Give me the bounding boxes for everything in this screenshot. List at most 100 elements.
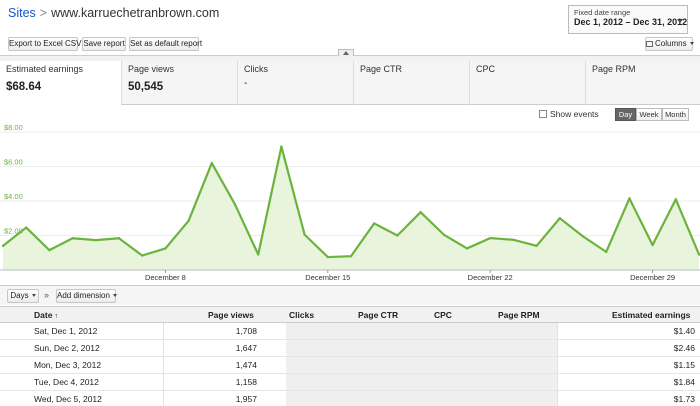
- sites-link[interactable]: Sites: [8, 6, 36, 20]
- chart-data-point: [257, 253, 260, 256]
- chart-data-point: [535, 244, 538, 248]
- metric-label: Page CTR: [360, 64, 403, 74]
- granularity-week-button[interactable]: Week: [636, 108, 662, 121]
- metric-value: $68.64: [6, 81, 42, 93]
- earnings-chart: $2.00 $4.00 $6.00 $8.00 December 8 December 1…: [0, 124, 700, 284]
- granularity-day-button[interactable]: Day: [615, 108, 636, 121]
- page-views-cell: 1,708: [235, 326, 257, 336]
- chart-data-point: [581, 235, 585, 238]
- chart-data-point: [1, 244, 5, 248]
- chevron-down-icon: [677, 19, 683, 23]
- column-header-clicks[interactable]: Clicks: [289, 310, 314, 320]
- chart-data-point: [396, 234, 399, 237]
- chart-data-point: [187, 219, 190, 223]
- columns-button[interactable]: Columns: [645, 37, 694, 51]
- chart-data-point: [233, 203, 237, 206]
- chart-data-point: [442, 233, 445, 236]
- column-header-page-views[interactable]: Page views: [208, 310, 254, 320]
- y-tick-label: $6.00: [4, 158, 23, 167]
- table-controls: Days » Add dimension: [0, 285, 700, 305]
- chart-data-point: [48, 248, 51, 252]
- show-events-toggle[interactable]: Show events: [539, 109, 599, 119]
- table-row: Wed, Dec 5, 2012 1,957 $1.73: [0, 391, 700, 406]
- column-header-date[interactable]: Date ↑: [34, 310, 58, 320]
- x-tick-label: December 29: [630, 273, 675, 282]
- metric-tab-page-views[interactable]: Page views 50,545: [121, 61, 237, 105]
- chart-data-point: [280, 145, 283, 148]
- date-cell: Tue, Dec 4, 2012: [34, 377, 99, 387]
- table-header: Date ↑ Page views Clicks Page CTR CPC Pag…: [0, 306, 700, 323]
- metric-tabs: Estimated earnings $68.64 Page views 50,…: [0, 61, 700, 105]
- set-default-report-button[interactable]: Set as default report: [129, 37, 202, 51]
- metric-label: CPC: [476, 64, 496, 74]
- metric-tab-page-rpm[interactable]: Page RPM: [585, 61, 700, 105]
- column-header-cpc[interactable]: CPC: [434, 310, 452, 320]
- date-range-picker[interactable]: Fixed date range Dec 1, 2012 – Dec 31, 2…: [568, 5, 688, 34]
- metric-label: Estimated earnings: [6, 64, 84, 74]
- date-range-value: Dec 1, 2012 – Dec 31, 2012: [574, 17, 688, 27]
- days-dropdown[interactable]: Days: [7, 289, 39, 303]
- save-report-button[interactable]: Save report: [82, 37, 126, 51]
- table-row: Mon, Dec 3, 2012 1,474 $1.15: [0, 357, 700, 374]
- chart-data-point: [489, 236, 492, 240]
- x-tick-label: December 8: [145, 273, 186, 282]
- sort-ascending-icon: ↑: [54, 313, 58, 320]
- metric-tab-estimated-earnings[interactable]: Estimated earnings $68.64: [0, 61, 121, 105]
- chart-data-point: [164, 247, 167, 250]
- chart-data-point: [651, 243, 654, 247]
- chart-data-point: [326, 255, 329, 259]
- x-tick-label: December 22: [468, 273, 513, 282]
- page-views-cell: 1,158: [235, 377, 257, 387]
- chart-data-point: [373, 222, 376, 225]
- show-events-label: Show events: [550, 109, 599, 119]
- column-header-page-ctr[interactable]: Page CTR: [358, 310, 398, 320]
- page-views-cell: 1,474: [235, 360, 257, 370]
- chart-data-point: [628, 197, 631, 200]
- granularity-month-button[interactable]: Month: [662, 108, 689, 121]
- table-row: Sat, Dec 1, 2012 1,708 $1.40: [0, 323, 700, 340]
- table-row: Sun, Dec 2, 2012 1,647 $2.46: [0, 340, 700, 357]
- metric-tab-clicks[interactable]: Clicks -: [237, 61, 353, 105]
- chart-data-point: [94, 238, 98, 242]
- days-label: Days: [10, 291, 29, 300]
- table-row: Tue, Dec 4, 2012 1,158 $1.84: [0, 374, 700, 391]
- chart-data-point: [349, 255, 353, 258]
- chart-controls: Show events Day Week Month: [0, 106, 700, 124]
- metric-label: Page RPM: [592, 64, 636, 74]
- checkbox-icon[interactable]: [539, 110, 547, 118]
- metric-label: Page views: [128, 64, 175, 74]
- y-tick-label: $8.00: [4, 124, 23, 132]
- chart-area-fill: [3, 146, 699, 270]
- chart-data-point: [141, 254, 144, 257]
- breadcrumb: Sites > www.karruechetranbrown.com: [8, 6, 219, 20]
- date-cell: Sun, Dec 2, 2012: [34, 343, 100, 353]
- earnings-cell: $2.46: [673, 343, 695, 353]
- chart-data-point: [674, 198, 677, 201]
- metric-tab-page-ctr[interactable]: Page CTR: [353, 61, 469, 105]
- more-dimensions-icon[interactable]: »: [44, 290, 49, 300]
- chevron-down-icon: [689, 42, 694, 45]
- earnings-chart-svg: $2.00 $4.00 $6.00 $8.00 December 8 December 1…: [0, 124, 700, 282]
- chart-data-point: [117, 237, 121, 240]
- collapse-toggle[interactable]: [338, 49, 354, 56]
- export-csv-button[interactable]: Export to Excel CSV: [8, 37, 81, 51]
- chart-data-point: [210, 161, 213, 165]
- y-tick-label: $2.00: [4, 227, 23, 236]
- y-tick-label: $4.00: [4, 192, 23, 201]
- column-header-page-rpm[interactable]: Page RPM: [498, 310, 540, 320]
- metric-value: 50,545: [128, 81, 164, 93]
- chart-data-point: [558, 217, 561, 220]
- add-dimension-dropdown[interactable]: Add dimension: [56, 289, 117, 303]
- earnings-cell: $1.73: [673, 394, 695, 404]
- date-cell: Mon, Dec 3, 2012: [34, 360, 102, 370]
- chart-data-point: [465, 247, 469, 250]
- chart-data-point: [419, 211, 422, 214]
- site-name: www.karruechetranbrown.com: [51, 6, 220, 20]
- page-views-cell: 1,957: [235, 394, 257, 404]
- metric-tab-cpc[interactable]: CPC: [469, 61, 585, 105]
- earnings-cell: $1.15: [673, 360, 695, 370]
- chart-data-point: [512, 238, 515, 242]
- metric-value: -: [244, 78, 248, 89]
- columns-icon: [646, 41, 653, 47]
- column-header-estimated-earnings[interactable]: Estimated earnings: [612, 310, 690, 320]
